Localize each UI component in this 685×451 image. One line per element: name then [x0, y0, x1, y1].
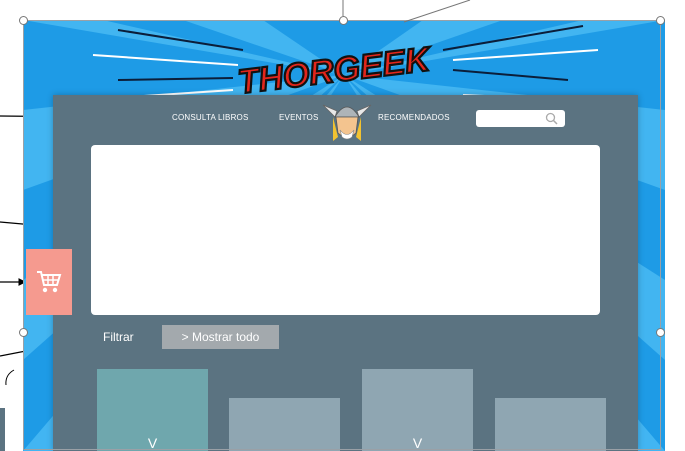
selection-connector-lines [0, 0, 471, 451]
